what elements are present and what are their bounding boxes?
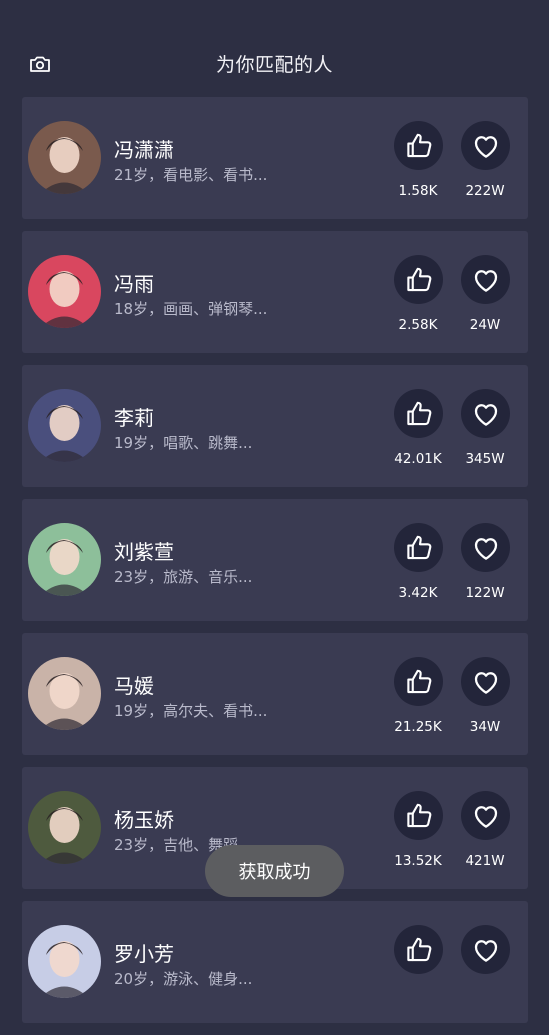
- like-button[interactable]: [394, 389, 443, 438]
- thumbs-up-icon: [406, 401, 431, 425]
- toast-message: 获取成功: [205, 845, 344, 897]
- heart-icon: [474, 939, 497, 962]
- favorite-count: 34W: [469, 719, 501, 735]
- heart-icon: [474, 403, 497, 426]
- avatar[interactable]: [28, 255, 101, 328]
- user-info: 19岁，唱歌、跳舞...: [114, 434, 253, 452]
- user-card[interactable]: 冯潇潇 21岁，看电影、看书... 1.58K 222W: [22, 97, 528, 219]
- user-card[interactable]: 李莉 19岁，唱歌、跳舞... 42.01K 345W: [22, 365, 528, 487]
- like-button[interactable]: [394, 657, 443, 706]
- thumbs-up-icon: [406, 803, 431, 827]
- user-name: 杨玉娇: [114, 808, 174, 832]
- user-info: 20岁，游泳、健身...: [114, 970, 253, 988]
- like-button[interactable]: [394, 523, 443, 572]
- favorite-button[interactable]: [461, 389, 510, 438]
- like-button[interactable]: [394, 255, 443, 304]
- like-count: 2.58K: [398, 317, 438, 333]
- like-count: 3.42K: [398, 585, 438, 601]
- heart-icon: [474, 537, 497, 560]
- favorite-count: 421W: [465, 853, 505, 869]
- favorite-count: 24W: [469, 317, 501, 333]
- avatar[interactable]: [28, 121, 101, 194]
- like-count: 42.01K: [394, 451, 442, 467]
- avatar[interactable]: [28, 791, 101, 864]
- heart-icon: [474, 805, 497, 828]
- favorite-count: 222W: [465, 183, 505, 199]
- heart-icon: [474, 671, 497, 694]
- thumbs-up-icon: [406, 267, 431, 291]
- heart-icon: [474, 135, 497, 158]
- user-card[interactable]: 马媛 19岁，高尔夫、看书... 21.25K 34W: [22, 633, 528, 755]
- user-name: 冯潇潇: [114, 138, 174, 162]
- favorite-button[interactable]: [461, 657, 510, 706]
- favorite-button[interactable]: [461, 255, 510, 304]
- like-count: 1.58K: [398, 183, 438, 199]
- like-count: 13.52K: [394, 853, 442, 869]
- like-button[interactable]: [394, 121, 443, 170]
- avatar[interactable]: [28, 657, 101, 730]
- user-name: 刘紫萱: [114, 540, 174, 564]
- favorite-count: 122W: [465, 585, 505, 601]
- avatar[interactable]: [28, 523, 101, 596]
- favorite-button[interactable]: [461, 523, 510, 572]
- avatar[interactable]: [28, 925, 101, 998]
- thumbs-up-icon: [406, 937, 431, 961]
- user-card[interactable]: 罗小芳 20岁，游泳、健身...: [22, 901, 528, 1023]
- favorite-button[interactable]: [461, 791, 510, 840]
- user-info: 21岁，看电影、看书...: [114, 166, 268, 184]
- thumbs-up-icon: [406, 669, 431, 693]
- user-info: 18岁，画画、弹钢琴...: [114, 300, 268, 318]
- like-button[interactable]: [394, 791, 443, 840]
- like-count: 21.25K: [394, 719, 442, 735]
- heart-icon: [474, 269, 497, 292]
- like-button[interactable]: [394, 925, 443, 974]
- favorite-button[interactable]: [461, 121, 510, 170]
- page-title: 为你匹配的人: [215, 54, 333, 76]
- thumbs-up-icon: [406, 133, 431, 157]
- user-name: 罗小芳: [114, 942, 174, 966]
- user-name: 李莉: [114, 406, 154, 430]
- avatar[interactable]: [28, 389, 101, 462]
- user-name: 马媛: [114, 674, 154, 698]
- favorite-button[interactable]: [461, 925, 510, 974]
- thumbs-up-icon: [406, 535, 431, 559]
- user-info: 23岁，旅游、音乐...: [114, 568, 253, 586]
- user-card[interactable]: 冯雨 18岁，画画、弹钢琴... 2.58K 24W: [22, 231, 528, 353]
- user-name: 冯雨: [114, 272, 154, 296]
- top-bar: 为你匹配的人: [0, 40, 549, 86]
- user-card[interactable]: 刘紫萱 23岁，旅游、音乐... 3.42K 122W: [22, 499, 528, 621]
- user-info: 19岁，高尔夫、看书...: [114, 702, 268, 720]
- favorite-count: 345W: [465, 451, 505, 467]
